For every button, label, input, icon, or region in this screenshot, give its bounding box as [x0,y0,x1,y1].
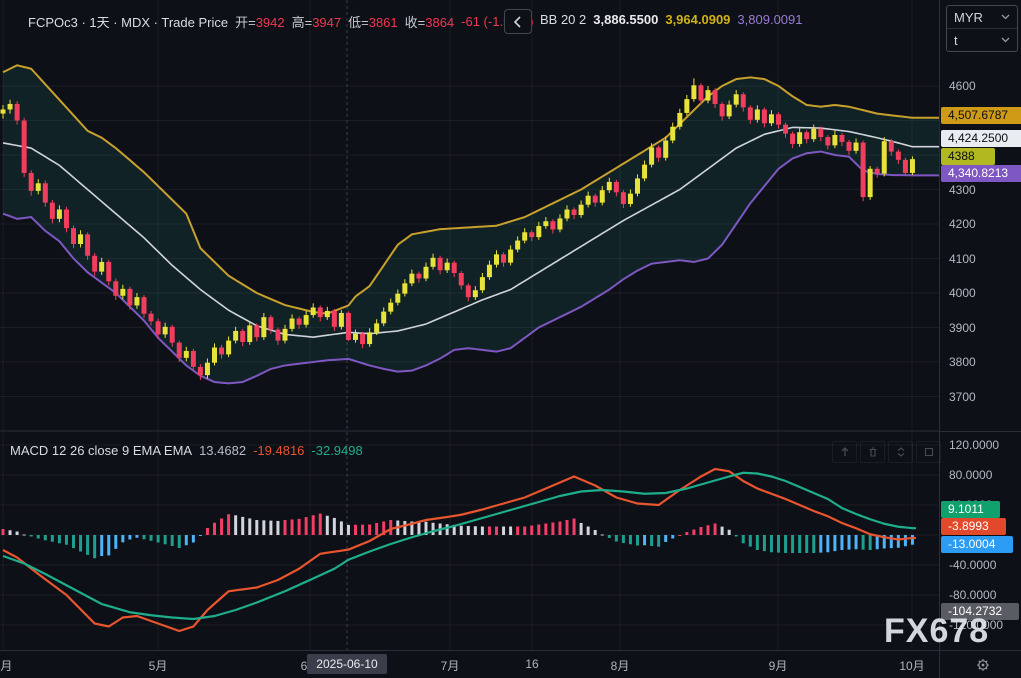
open-value: 3942 [256,15,285,30]
price-scale-axis[interactable]: MYR t 4600 4300 4200 4100 4000 3900 3800 3700 12… [939,0,1021,650]
symbol-legend: FCPOc3 · 1天 · MDX · Trade Price 开=3942 高… [28,12,533,31]
chevrons-collapse-icon [895,446,907,458]
instrument-settings-icon[interactable] [973,655,993,675]
bb-lower-value: 3,809.0091 [737,12,802,27]
macd-pane-toolbar [832,441,941,463]
macd-axis-tick: 80.0000 [949,467,992,483]
bb-basis-badge: 4,424.2500 [941,130,1021,147]
legend-collapse-button[interactable] [504,9,532,34]
macd-signal-value: -32.9498 [311,443,362,458]
macd-title[interactable]: MACD 12 26 close 9 EMA EMA [10,443,192,458]
low-label: 低= [348,15,369,30]
time-axis-label: 8月 [611,657,630,674]
chevron-down-icon [1001,14,1010,20]
bb-upper-badge: 4,507.6787 [941,107,1021,124]
open-label: 开= [235,15,256,30]
pane-divider[interactable] [940,431,1021,432]
chart-canvas[interactable]: FCPOc3 · 1天 · MDX · Trade Price 开=3942 高… [0,0,939,650]
time-axis-label: 10月 [899,657,924,674]
bb-lower-badge: 4,340.8213 [941,165,1021,182]
price-axis-tick: 3800 [949,354,976,370]
high-value: 3947 [312,15,341,30]
price-axis-tick: 4100 [949,251,976,267]
candlestick-macd-plot[interactable] [0,0,939,650]
macd-hist-value: 13.4682 [199,443,246,458]
macd-histogram [2,514,914,559]
price-axis-tick: 3900 [949,320,976,336]
price-axis-tick: 4200 [949,216,976,232]
maximize-icon [923,446,935,458]
delete-pane-button[interactable] [860,441,885,463]
time-axis-label: 9月 [769,657,788,674]
high-label: 高= [292,15,313,30]
price-axis-tick: 4600 [949,78,976,94]
macd-hist-badge: -13.0004 [941,536,1013,553]
currency-unit-selector: MYR t [946,5,1018,52]
close-label: 收= [405,15,426,30]
crosshair-date-badge: 2025-06-10 [307,654,387,674]
price-axis-tick: 3700 [949,389,976,405]
currency-dropdown[interactable]: MYR [947,6,1017,28]
bb-upper-value: 3,964.0909 [665,12,730,27]
axis-separator [939,651,940,678]
unit-value: t [954,33,958,48]
time-axis-label: 5月 [149,657,168,674]
price-axis-tick: 4000 [949,285,976,301]
chevron-left-icon [513,16,523,28]
macd-axis-tick: -80.0000 [949,587,996,603]
unit-dropdown[interactable]: t [947,28,1017,51]
macd-low-badge: -104.2732 [941,603,1019,620]
time-axis-label: 7月 [441,657,460,674]
bollinger-legend: BB 20 2 3,886.5500 3,964.0909 3,809.0091 [540,12,803,27]
time-axis-label: 16 [525,657,538,671]
symbol-title[interactable]: FCPOc3 · 1天 · MDX · Trade Price [28,12,228,31]
macd-axis-tick: 120.0000 [949,437,999,453]
maximize-pane-button[interactable] [916,441,941,463]
macd-line-badge: -3.8993 [941,518,1006,535]
collapse-pane-button[interactable] [888,441,913,463]
last-price-badge: 4388 [941,148,995,165]
low-value: 3861 [369,15,398,30]
price-axis-tick: 4300 [949,182,976,198]
bb-title[interactable]: BB 20 2 [540,12,586,27]
trading-chart-window: FCPOc3 · 1天 · MDX · Trade Price 开=3942 高… [0,0,1021,678]
time-axis[interactable]: 4月5月6月7月168月9月10月 2025-06-10 [0,650,1021,678]
macd-legend: MACD 12 26 close 9 EMA EMA 13.4682 -19.4… [10,443,363,458]
close-value: 3864 [425,15,454,30]
chevron-down-icon [1001,37,1010,43]
time-axis-label: 4月 [0,657,12,674]
currency-value: MYR [954,10,983,25]
macd-signal-badge: 9.1011 [941,501,1000,518]
move-pane-up-button[interactable] [832,441,857,463]
arrow-up-icon [839,446,851,458]
bb-basis-value: 3,886.5500 [593,12,658,27]
macd-axis-tick: -40.0000 [949,557,996,573]
trash-icon [867,446,879,458]
macd-line-value: -19.4816 [253,443,304,458]
